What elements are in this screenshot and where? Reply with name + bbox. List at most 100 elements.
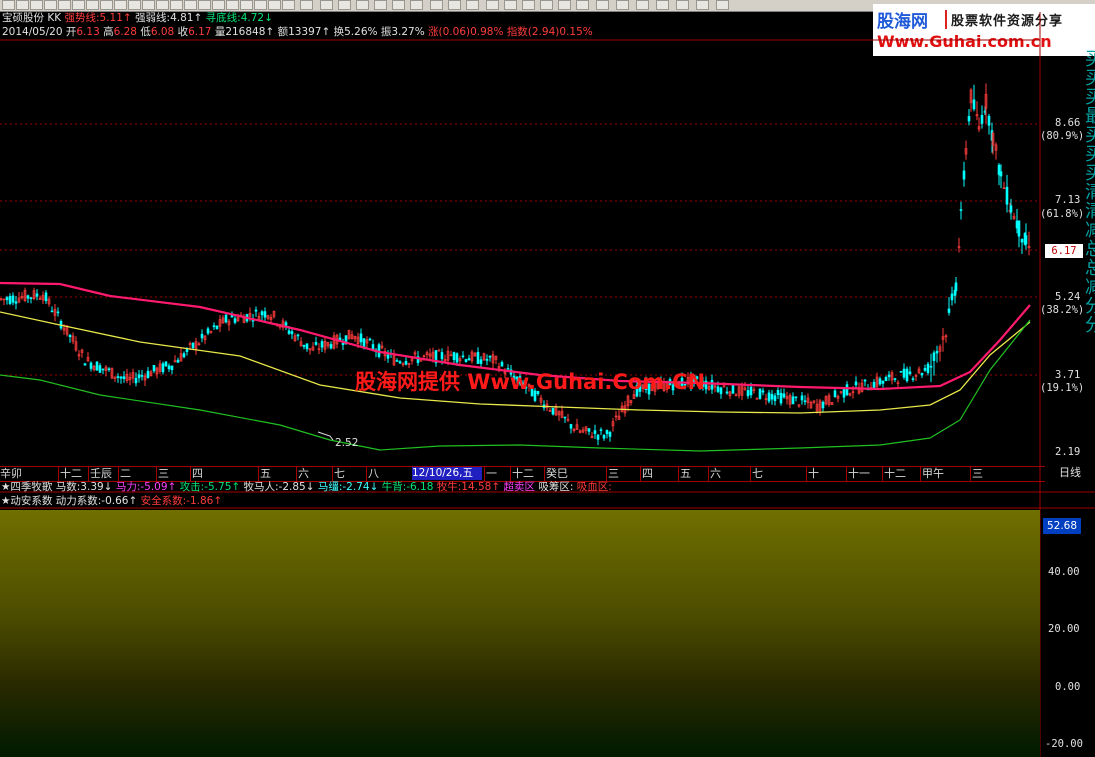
candle-body: [170, 365, 174, 371]
candle-body: [5, 297, 9, 301]
sub-chart-area[interactable]: [0, 510, 1040, 757]
candle-body: [803, 400, 807, 403]
indicator-seasons-item: 牧马人:-2.85↓: [243, 481, 318, 493]
candle-body: [488, 355, 492, 358]
time-label: 七: [334, 467, 345, 480]
signal-column: 买买买最买买买清清减总总减分分: [1085, 50, 1095, 335]
time-label: 壬辰: [90, 467, 112, 480]
candle-body: [107, 368, 111, 371]
time-label: 七: [752, 467, 763, 480]
time-tick: [156, 467, 157, 481]
candle-body: [551, 407, 555, 415]
price-tick-pct: (19.1%): [1040, 382, 1085, 394]
candle-body: [476, 352, 480, 364]
signal-char: 最: [1085, 106, 1095, 127]
candle-body: [314, 342, 318, 345]
candle-body: [878, 378, 882, 385]
time-label: 六: [710, 467, 721, 480]
candle-body: [776, 389, 780, 396]
candle-body: [26, 295, 30, 299]
candle-body: [404, 361, 408, 365]
candle-body: [455, 353, 459, 363]
candle-body: [779, 392, 783, 404]
candle-body: [999, 171, 1003, 177]
candle-body: [452, 352, 456, 361]
time-tick: [332, 467, 333, 481]
candle-body: [1024, 235, 1028, 245]
candle-body: [35, 293, 39, 297]
time-label: 一: [486, 467, 497, 480]
price-tick-pct: (80.9%): [1040, 130, 1085, 142]
candle-body: [950, 293, 954, 301]
candle-body: [987, 115, 991, 126]
candle-body: [263, 311, 267, 318]
signal-char: 分: [1085, 315, 1095, 335]
candle-body: [464, 359, 468, 362]
candle-body: [929, 365, 933, 368]
low-marker: 2.52: [335, 437, 359, 449]
candle-body: [746, 390, 750, 397]
candle-body: [98, 365, 102, 373]
candle-body: [359, 333, 363, 343]
candle-body: [602, 435, 606, 439]
signal-char: 买: [1085, 125, 1095, 146]
indicator-seasons-item: 超卖区: [503, 481, 539, 493]
candle-body: [437, 349, 441, 352]
candle-body: [485, 358, 489, 361]
candle-body: [967, 116, 971, 122]
candle-body: [887, 374, 891, 378]
candle-body: [962, 170, 966, 180]
signal-char: 总: [1085, 239, 1095, 260]
candle-body: [932, 352, 936, 361]
time-tick: [882, 467, 883, 481]
time-label: 十二: [60, 467, 82, 480]
time-tick: [708, 467, 709, 481]
candle-body: [749, 386, 753, 396]
candle-body: [758, 388, 762, 399]
candle-body: [167, 365, 171, 370]
candle-body: [140, 375, 144, 377]
candle-body: [761, 390, 765, 393]
candle-body: [794, 396, 798, 399]
price-tick-pct: (38.2%): [1040, 304, 1085, 316]
time-label: 六: [298, 467, 309, 480]
candle-body: [954, 282, 958, 292]
candle-body: [593, 430, 597, 434]
time-tick: [920, 467, 921, 481]
time-label: 十: [808, 467, 819, 480]
candle-body: [731, 384, 735, 394]
candle-body: [206, 328, 210, 334]
candle-body: [215, 325, 219, 330]
candle-body: [773, 395, 777, 401]
time-label: 辛卯: [0, 467, 22, 480]
time-label: 三: [972, 467, 983, 480]
candle-body: [845, 384, 849, 396]
candle-body: [371, 344, 375, 350]
time-tick: [88, 467, 89, 481]
period-button[interactable]: 日线: [1045, 466, 1095, 480]
candle-body: [1020, 239, 1024, 243]
signal-char: 买: [1085, 68, 1095, 89]
candle-body: [119, 376, 123, 379]
time-label: 五: [260, 467, 271, 480]
power-coef: 动力系数:-0.66↑: [55, 495, 138, 507]
signal-char: 买: [1085, 144, 1095, 165]
candle-body: [725, 391, 729, 394]
price-tick: 2.19: [1055, 446, 1081, 458]
time-label: 五: [680, 467, 691, 480]
candle-body: [8, 296, 12, 304]
indicator-seasons-item: 马数:3.39↓: [55, 481, 116, 493]
candle-body: [587, 428, 591, 432]
candle-body: [302, 344, 306, 347]
time-label: 三: [608, 467, 619, 480]
time-tick: [510, 467, 511, 481]
candle-body: [284, 322, 288, 326]
time-tick: [484, 467, 485, 481]
indicator-seasons-item: 马力:-5.09↑: [115, 481, 180, 493]
candle-body: [233, 318, 237, 323]
candle-body: [920, 372, 924, 376]
candle-body: [440, 352, 444, 360]
time-label: 十一: [848, 467, 870, 480]
candle-body: [50, 310, 54, 313]
price-tick-pct: (61.8%): [1040, 208, 1085, 220]
